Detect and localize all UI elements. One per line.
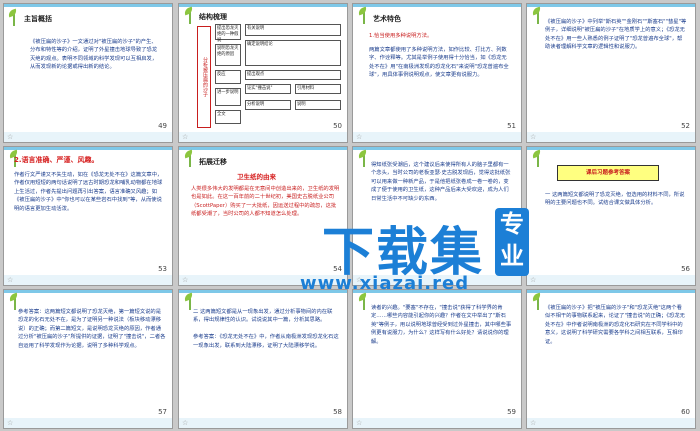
slide-footer bbox=[353, 418, 521, 428]
slide-number: 58 bbox=[333, 408, 342, 416]
sprout-icon bbox=[358, 294, 370, 310]
star-icon: ☆ bbox=[7, 419, 14, 427]
slide-title: 拓展迁移 bbox=[199, 158, 227, 166]
slide-body: 《被压扁的沙子》中列举"斯石英""金刚石""斯塞石""彗星"等例子，详细说明"被… bbox=[545, 19, 687, 51]
sprout-icon bbox=[358, 151, 370, 167]
sprout-icon bbox=[532, 8, 544, 24]
slide-body: 得知纸张受潮后，这个建议后来使得所有人的脑子里都有一个念头，当时公司的老板亚瑟·… bbox=[371, 162, 511, 202]
slide-top-bar bbox=[179, 147, 347, 150]
star-icon: ☆ bbox=[356, 419, 363, 427]
star-icon: ☆ bbox=[182, 133, 189, 141]
slide-body: 参考答案：这两篇短文都说明了恐龙灭绝，第一篇短文说的是恐龙的化石无处不在，是为了… bbox=[18, 309, 166, 349]
star-icon: ☆ bbox=[356, 133, 363, 141]
slide-body: 作者行文严谨又不失生动，如在《恐龙无处不在》这篇文章中，作者仅用短短的两句话说明… bbox=[14, 172, 163, 212]
star-icon: ☆ bbox=[530, 276, 537, 284]
slide-footer bbox=[4, 132, 172, 142]
slide-top-bar bbox=[527, 4, 695, 7]
slide-53[interactable]: 2.语言准确、严谨、风趣。 作者行文严谨又不失生动，如在《恐龙无处不在》这篇文章… bbox=[3, 146, 173, 286]
slide-footer bbox=[353, 132, 521, 142]
slide-top-bar bbox=[527, 147, 695, 150]
sprout-icon bbox=[184, 151, 196, 167]
diagram-box: 反应 bbox=[215, 70, 241, 84]
slide-title: 艺术特色 bbox=[373, 15, 401, 23]
diagram-box: 说明 bbox=[295, 100, 341, 110]
slide-footer bbox=[4, 418, 172, 428]
slide-top-bar bbox=[353, 147, 521, 150]
slide-top-bar bbox=[4, 147, 172, 150]
slide-60[interactable]: 《被压扁的沙子》把"被压扁的沙子"和"恐龙灭绝"这两个看似不相干的事物联系起来，… bbox=[526, 289, 696, 429]
slide-57[interactable]: 参考答案：这两篇短文都说明了恐龙灭绝，第一篇短文说的是恐龙的化石无处不在，是为了… bbox=[3, 289, 173, 429]
watermark-url: www.xiazai.red bbox=[300, 273, 470, 294]
answers-button[interactable]: 课后习题参考答案 bbox=[557, 165, 659, 181]
slide-body: 读者的兴趣。"要塞"不存在，"撞击说"获得了科学界的肯定……哪些内容能引起你的兴… bbox=[371, 305, 512, 345]
sprout-icon bbox=[358, 8, 370, 24]
slide-body: 《被压扁的沙子》把"被压扁的沙子"和"恐龙灭绝"这两个看似不相干的事物联系起来，… bbox=[545, 305, 685, 345]
slide-body: 人类很多伟大的发明都是在无意间中创造出来的，卫生纸的发明也是如此。在这一百年前的… bbox=[191, 186, 340, 218]
slide-body: 一 这两篇短文都说明了恐龙灭绝，但选用的材料不同，所说明的主要问题也不同。试结合… bbox=[545, 192, 685, 207]
slide-top-bar bbox=[179, 4, 347, 7]
diagram-box: 引用材料 bbox=[295, 84, 341, 94]
slide-body: 《被压扁的沙子》一文通过对"被压扁的沙子"的产生、分布和特性等的介绍，证明了外星… bbox=[30, 39, 158, 71]
slide-subtitle: 1.恰当使用多种说明方法。 bbox=[369, 33, 433, 39]
slide-footer bbox=[527, 275, 695, 285]
slide-number: 51 bbox=[507, 122, 516, 130]
star-icon: ☆ bbox=[7, 133, 14, 141]
star-icon: ☆ bbox=[530, 419, 537, 427]
slide-footer bbox=[179, 132, 347, 142]
watermark-tag: 专业 bbox=[495, 208, 529, 276]
slide-subtitle: 卫生纸的由来 bbox=[237, 173, 276, 181]
diagram-box: 提出观点 bbox=[245, 70, 341, 80]
slide-number: 53 bbox=[158, 265, 167, 273]
slide-footer bbox=[527, 132, 695, 142]
slide-footer bbox=[4, 275, 172, 285]
slide-title: 结构梳理 bbox=[199, 13, 227, 21]
slide-56[interactable]: 课后习题参考答案 一 这两篇短文都说明了恐龙灭绝，但选用的材料不同，所说明的主要… bbox=[526, 146, 696, 286]
diagram-box: 有关说明 bbox=[245, 24, 341, 36]
sprout-icon bbox=[532, 294, 544, 310]
slide-top-bar bbox=[353, 4, 521, 7]
slide-title: 2.语言准确、严谨、风趣。 bbox=[14, 156, 99, 164]
diagram-box: 分析说明 bbox=[245, 100, 291, 110]
star-icon: ☆ bbox=[7, 276, 14, 284]
structure-diagram: 分析被压扁的沙子 提出恐龙灭绝的一种假说 有关说明 说明恐龙灭绝的原因 确定说明… bbox=[195, 22, 345, 132]
diagram-box: 证实"撞击说" bbox=[245, 84, 291, 94]
slide-number: 50 bbox=[333, 122, 342, 130]
slide-number: 59 bbox=[507, 408, 516, 416]
star-icon: ☆ bbox=[182, 419, 189, 427]
slide-number: 56 bbox=[681, 265, 690, 273]
diagram-box: 说明恐龙灭绝的原因 bbox=[215, 44, 241, 66]
slide-top-bar bbox=[4, 4, 172, 7]
slide-59[interactable]: 读者的兴趣。"要塞"不存在，"撞击说"获得了科学界的肯定……哪些内容能引起你的兴… bbox=[352, 289, 522, 429]
sprout-icon bbox=[8, 10, 20, 26]
slide-number: 57 bbox=[158, 408, 167, 416]
slide-number: 60 bbox=[681, 408, 690, 416]
slide-body: 二 这两篇短文都是从一现象出发，通过分析事物间的内在联系，得出规律性的认识。试说… bbox=[193, 309, 339, 349]
slide-58[interactable]: 二 这两篇短文都是从一现象出发，通过分析事物间的内在联系，得出规律性的认识。试说… bbox=[178, 289, 348, 429]
slide-top-bar bbox=[4, 290, 172, 293]
slide-52[interactable]: 《被压扁的沙子》中列举"斯石英""金刚石""斯塞石""彗星"等例子，详细说明"被… bbox=[526, 3, 696, 143]
star-icon: ☆ bbox=[530, 133, 537, 141]
diagram-box: 确定说明结论 bbox=[245, 40, 341, 66]
star-icon: ☆ bbox=[182, 276, 189, 284]
slide-title: 主旨概括 bbox=[24, 15, 52, 23]
diagram-side-label: 分析被压扁的沙子 bbox=[197, 26, 211, 128]
slide-49[interactable]: 主旨概括 《被压扁的沙子》一文通过对"被压扁的沙子"的产生、分布和特性等的介绍，… bbox=[3, 3, 173, 143]
slide-number: 49 bbox=[158, 122, 167, 130]
diagram-box: 进一步说明 bbox=[215, 88, 241, 106]
slide-body: 两篇文章都使用了多种说明方法，如作比较、打比方、列数字、作诠释等。尤其是举例子使… bbox=[369, 47, 509, 79]
slide-footer bbox=[179, 418, 347, 428]
slide-51[interactable]: 艺术特色 1.恰当使用多种说明方法。 两篇文章都使用了多种说明方法，如作比较、打… bbox=[352, 3, 522, 143]
slide-top-bar bbox=[527, 290, 695, 293]
diagram-box: 全文 bbox=[215, 110, 241, 124]
slide-footer bbox=[527, 418, 695, 428]
diagram-box: 提出恐龙灭绝的一种假说 bbox=[215, 24, 241, 43]
slide-number: 52 bbox=[681, 122, 690, 130]
sprout-icon bbox=[532, 151, 544, 167]
slide-50[interactable]: 结构梳理 分析被压扁的沙子 提出恐龙灭绝的一种假说 有关说明 说明恐龙灭绝的原因… bbox=[178, 3, 348, 143]
